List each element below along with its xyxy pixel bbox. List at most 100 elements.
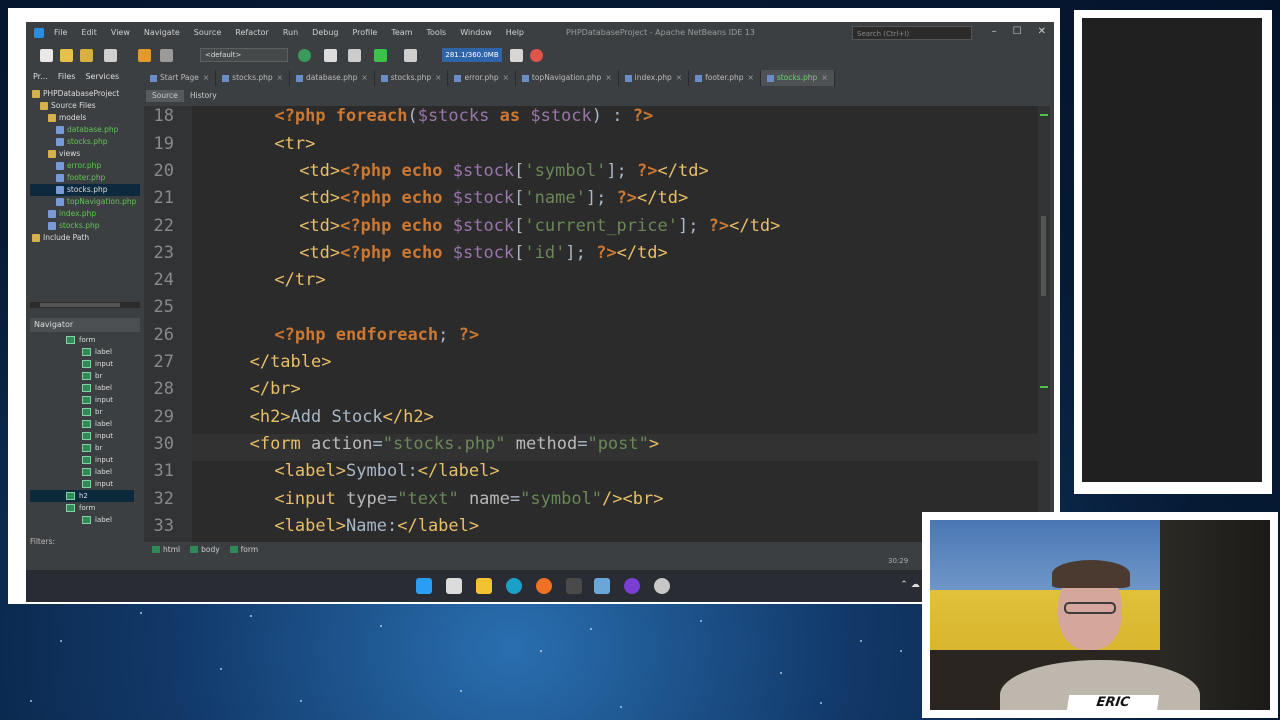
navigator-item[interactable]: label <box>30 382 134 394</box>
navigator-item[interactable]: br <box>30 370 134 382</box>
code-line[interactable]: </br> <box>192 379 301 406</box>
config-select[interactable]: <default> <box>200 48 288 62</box>
menu-item-tools[interactable]: Tools <box>427 28 447 37</box>
code-line[interactable]: <label>Name:</label> <box>192 516 479 542</box>
tree-item[interactable]: topNavigation.php <box>30 196 140 208</box>
history-tab[interactable]: History <box>184 90 223 102</box>
tree-item[interactable]: models <box>30 112 140 124</box>
tree-item[interactable]: stocks.php <box>30 220 140 232</box>
navigator-item[interactable]: input <box>30 454 134 466</box>
tree-item[interactable]: error.php <box>30 160 140 172</box>
edge-icon[interactable] <box>506 578 522 594</box>
navigator-item[interactable]: form <box>30 334 134 346</box>
editor-tab[interactable]: topNavigation.php × <box>516 70 619 86</box>
code-line[interactable]: <td><?php echo $stock['id']; ?></td> <box>192 243 668 270</box>
firefox-icon[interactable] <box>536 578 552 594</box>
code-line[interactable]: <h2>Add Stock</h2> <box>192 407 434 434</box>
navigator-item[interactable]: input <box>30 478 134 490</box>
left-tab[interactable]: Files <box>55 70 79 86</box>
tree-item[interactable]: stocks.php <box>30 184 140 196</box>
new-file-icon[interactable] <box>40 49 53 62</box>
editor-tab[interactable]: stocks.php × <box>216 70 290 86</box>
menu-item-refactor[interactable]: Refactor <box>235 28 269 37</box>
code-line[interactable]: <td><?php echo $stock['current_price']; … <box>192 216 780 243</box>
navigator-item[interactable]: label <box>30 514 134 526</box>
navigator-item[interactable]: input <box>30 394 134 406</box>
code-line[interactable] <box>192 297 200 324</box>
netbeans-taskbar-icon[interactable] <box>594 578 610 594</box>
menu-item-debug[interactable]: Debug <box>312 28 338 37</box>
navigator-item[interactable]: br <box>30 442 134 454</box>
code-line[interactable]: <label>Symbol:</label> <box>192 461 499 488</box>
new-project-icon[interactable] <box>60 49 73 62</box>
editor-tab[interactable]: database.php × <box>290 70 375 86</box>
breadcrumb-item[interactable]: form <box>229 545 258 554</box>
close-tab-icon[interactable]: × <box>748 73 754 82</box>
menu-item-edit[interactable]: Edit <box>81 28 97 37</box>
navigator-item[interactable]: input <box>30 358 134 370</box>
editor-tab[interactable]: stocks.php × <box>760 70 835 86</box>
navigator-item[interactable]: form <box>30 502 134 514</box>
menu-item-file[interactable]: File <box>54 28 67 37</box>
code-editor[interactable]: <?php foreach($stocks as $stock) : ?> <tr… <box>192 106 1038 542</box>
close-tab-icon[interactable]: × <box>676 73 682 82</box>
maximize-icon[interactable]: ☐ <box>1013 26 1022 37</box>
code-line[interactable]: <tr> <box>192 134 315 161</box>
tree-item[interactable]: Source Files <box>30 100 140 112</box>
code-line[interactable]: </table> <box>192 352 332 379</box>
task-view-icon[interactable] <box>446 578 462 594</box>
navigator-item[interactable]: br <box>30 406 134 418</box>
left-tab[interactable]: Services <box>82 70 122 86</box>
navigator-item[interactable]: h2 <box>30 490 134 502</box>
tree-item[interactable]: database.php <box>30 124 140 136</box>
navigator-item[interactable]: label <box>30 466 134 478</box>
menu-item-profile[interactable]: Profile <box>352 28 377 37</box>
navigator-item[interactable]: input <box>30 430 134 442</box>
menu-item-help[interactable]: Help <box>506 28 524 37</box>
close-tab-icon[interactable]: × <box>203 73 209 82</box>
gc-icon[interactable] <box>530 49 543 62</box>
close-icon[interactable]: ✕ <box>1038 26 1046 37</box>
minimize-icon[interactable]: – <box>992 26 997 37</box>
close-tab-icon[interactable]: × <box>503 73 509 82</box>
open-project-icon[interactable] <box>80 49 93 62</box>
project-horizontal-scrollbar[interactable] <box>30 302 140 308</box>
close-tab-icon[interactable]: × <box>605 73 611 82</box>
scrollbar-thumb[interactable] <box>1041 216 1046 296</box>
editor-vertical-scrollbar[interactable] <box>1038 106 1050 542</box>
menu-item-source[interactable]: Source <box>194 28 221 37</box>
search-box[interactable]: Search (Ctrl+I) <box>852 26 972 40</box>
left-tab[interactable]: Pr... <box>30 70 51 86</box>
debug-icon[interactable] <box>404 49 417 62</box>
editor-tab[interactable]: error.php × <box>448 70 516 86</box>
close-tab-icon[interactable]: × <box>821 73 827 82</box>
navigator-item[interactable]: label <box>30 418 134 430</box>
editor-tab[interactable]: index.php × <box>619 70 690 86</box>
chrome-icon[interactable] <box>654 578 670 594</box>
tree-item[interactable]: PHPDatabaseProject <box>30 88 140 100</box>
close-tab-icon[interactable]: × <box>435 73 441 82</box>
code-line[interactable]: <td><?php echo $stock['name']; ?></td> <box>192 188 688 215</box>
undo-icon[interactable] <box>138 49 151 62</box>
editor-tab[interactable]: stocks.php × <box>375 70 449 86</box>
source-tab[interactable]: Source <box>146 90 184 102</box>
tree-item[interactable]: footer.php <box>30 172 140 184</box>
clean-build-icon[interactable] <box>348 49 361 62</box>
redo-icon[interactable] <box>160 49 173 62</box>
menu-item-run[interactable]: Run <box>283 28 298 37</box>
breadcrumb-item[interactable]: body <box>190 545 220 554</box>
breadcrumb-item[interactable]: html <box>152 545 180 554</box>
code-line[interactable]: <?php endforeach; ?> <box>192 325 479 352</box>
editor-tab[interactable]: Start Page × <box>144 70 217 86</box>
menu-item-team[interactable]: Team <box>391 28 412 37</box>
tree-item[interactable]: index.php <box>30 208 140 220</box>
file-explorer-icon[interactable] <box>476 578 492 594</box>
windows-start-icon[interactable] <box>416 578 432 594</box>
obs-icon[interactable] <box>624 578 640 594</box>
browser-globe-icon[interactable] <box>298 49 311 62</box>
menu-item-window[interactable]: Window <box>460 28 492 37</box>
menu-item-view[interactable]: View <box>111 28 130 37</box>
code-line[interactable]: </tr> <box>192 270 325 297</box>
close-tab-icon[interactable]: × <box>277 73 283 82</box>
close-tab-icon[interactable]: × <box>361 73 367 82</box>
